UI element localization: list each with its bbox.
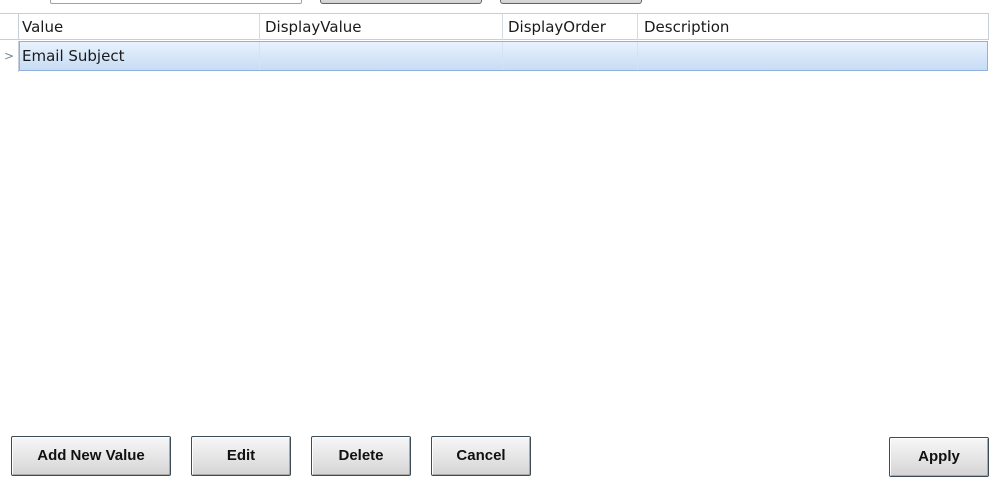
cell-display-value[interactable] [260, 42, 503, 70]
row-indicator-arrow-icon: > [0, 41, 19, 72]
cell-description[interactable] [638, 42, 987, 70]
value-editor: Value DisplayValue DisplayOrder Descript… [0, 0, 990, 480]
add-new-value-button[interactable]: Add New Value [11, 436, 171, 476]
cell-value[interactable]: Email Subject [20, 42, 260, 70]
column-header-display-order[interactable]: DisplayOrder [503, 14, 638, 40]
cell-display-order[interactable] [503, 42, 638, 70]
column-header-display-value[interactable]: DisplayValue [260, 14, 503, 40]
column-header-description[interactable]: Description [638, 14, 989, 40]
values-grid[interactable]: Value DisplayValue DisplayOrder Descript… [0, 13, 989, 73]
top-button-1[interactable] [320, 0, 482, 4]
selected-row-highlight[interactable]: Email Subject [19, 41, 988, 71]
cancel-button[interactable]: Cancel [431, 436, 531, 476]
table-row[interactable]: > Email Subject [0, 41, 989, 72]
top-button-2[interactable] [500, 0, 642, 4]
top-input-field[interactable] [50, 0, 302, 4]
grid-header: Value DisplayValue DisplayOrder Descript… [0, 13, 989, 40]
row-header-corner [0, 14, 19, 40]
delete-button[interactable]: Delete [311, 436, 411, 476]
apply-button[interactable]: Apply [889, 437, 989, 477]
edit-button[interactable]: Edit [191, 436, 291, 476]
column-header-value[interactable]: Value [19, 14, 260, 40]
